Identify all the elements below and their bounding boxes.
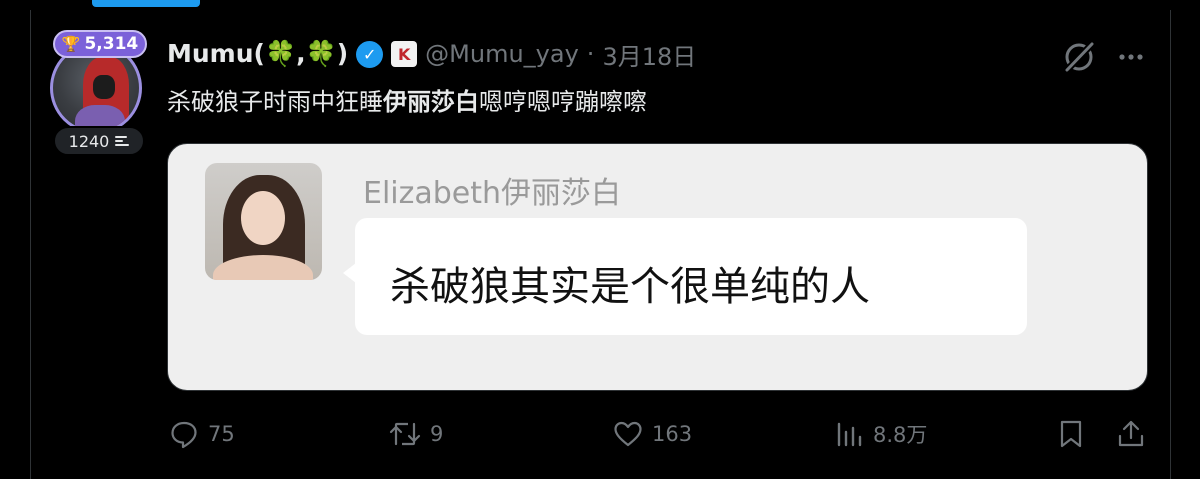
level-bars-icon xyxy=(115,134,130,148)
grok-icon[interactable] xyxy=(1060,38,1098,76)
like-button[interactable]: 163 xyxy=(612,410,692,458)
tweet-text-bold: 伊丽莎白 xyxy=(383,88,479,116)
reply-button[interactable]: 75 xyxy=(168,410,235,458)
chat-bubble: 杀破狼其实是个很单纯的人 xyxy=(355,218,1027,335)
display-name-comma: , xyxy=(296,39,306,68)
tweet-media-image[interactable]: Elizabeth伊丽莎白 杀破狼其实是个很单纯的人 xyxy=(167,143,1148,391)
display-name-close: ) xyxy=(336,39,349,68)
quoted-name: Elizabeth伊丽莎白 xyxy=(363,176,622,211)
score-value: 5,314 xyxy=(84,34,139,54)
retweet-count: 9 xyxy=(430,422,444,446)
tweet-header: Mumu(🍀,🍀) ✓ K @Mumu_yay · 3月18日 xyxy=(167,36,696,72)
clover-emoji: 🍀 xyxy=(264,39,297,68)
quoted-avatar-face xyxy=(241,191,285,245)
reply-count: 75 xyxy=(208,422,235,446)
like-count: 163 xyxy=(652,422,693,446)
trophy-icon: 🏆 xyxy=(61,35,81,53)
avatar-face xyxy=(93,75,115,99)
views-button[interactable]: 8.8万 xyxy=(835,410,927,458)
k-badge-icon[interactable]: K xyxy=(391,41,418,67)
top-tab-bar xyxy=(0,0,1200,10)
retweet-icon xyxy=(389,422,421,446)
level-pill[interactable]: 1240 xyxy=(53,126,145,156)
header-separator: · xyxy=(586,40,595,68)
retweet-button[interactable]: 9 xyxy=(388,410,443,458)
display-name[interactable]: Mumu(🍀,🍀) xyxy=(167,39,348,69)
verified-icon[interactable]: ✓ xyxy=(356,40,384,68)
reply-icon xyxy=(171,421,197,449)
quoted-avatar xyxy=(205,163,322,280)
bookmark-icon xyxy=(1060,420,1082,448)
bookmark-button[interactable] xyxy=(1056,410,1086,458)
tweet-text-after: 嗯哼嗯哼蹦嚓嚓 xyxy=(479,88,647,116)
column-border-right xyxy=(1170,10,1171,479)
like-icon xyxy=(614,421,642,447)
tweet-text-before: 杀破狼子时雨中狂睡 xyxy=(167,88,383,116)
tweet-actions: 75 9 163 8.8万 xyxy=(0,410,1200,458)
display-name-text: Mumu( xyxy=(167,39,265,68)
tweet-text: 杀破狼子时雨中狂睡伊丽莎白嗯哼嗯哼蹦嚓嚓 xyxy=(167,82,647,117)
share-icon xyxy=(1118,420,1144,447)
share-button[interactable] xyxy=(1116,410,1146,458)
column-border-left xyxy=(30,10,31,479)
level-count: 1240 xyxy=(68,131,110,151)
clover-emoji-2: 🍀 xyxy=(305,39,337,68)
view-count: 8.8万 xyxy=(873,423,928,447)
views-icon xyxy=(837,422,862,447)
score-badge[interactable]: 🏆 5,314 xyxy=(53,30,147,58)
chat-bubble-text: 杀破狼其实是个很单纯的人 xyxy=(390,264,870,310)
tweet-date[interactable]: 3月18日 xyxy=(602,37,696,72)
author-handle[interactable]: @Mumu_yay xyxy=(425,40,579,68)
active-tab-indicator xyxy=(92,0,200,7)
more-icon[interactable] xyxy=(1116,42,1146,72)
